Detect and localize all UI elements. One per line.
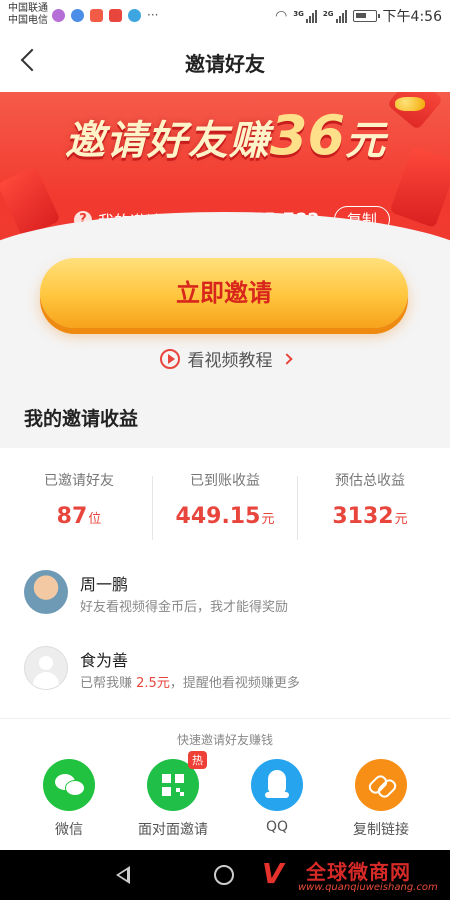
page-title: 邀请好友 [185, 52, 265, 76]
headline-unit: 元 [345, 118, 386, 164]
qq-icon [251, 759, 303, 811]
friend-list-item[interactable]: 食为善 已帮我赚 2.5元，提醒他看视频赚更多 [24, 646, 424, 694]
browser-notification-icon [128, 8, 141, 22]
avatar [24, 646, 68, 690]
headline-amount: 36 [269, 104, 346, 167]
carrier-1: 中国联通 [8, 3, 48, 14]
invite-banner: 邀请好友赚36元 ? 我的邀请码： 812 455 782 复制 [0, 92, 450, 272]
earnings-card: 已邀请好友 87位 已到账收益 449.15元 预估总收益 3132元 周一鹏 … [0, 448, 450, 718]
baidu-notification-icon [71, 8, 84, 22]
hot-badge: 热 [188, 751, 207, 769]
friend-name: 食为善 [80, 651, 129, 670]
share-label: QQ [265, 819, 289, 835]
wechat-icon [43, 759, 95, 811]
mail-notification-icon [109, 8, 122, 22]
red-envelope-decoration [0, 165, 61, 239]
status-bar: 中国联通 中国电信 ··· ◠ 3G 2G 下午4:56 [0, 0, 450, 30]
navigation-bar: 邀请好友 [0, 30, 450, 92]
watermark-url: www.quanqiuweishang.com [298, 882, 438, 893]
chevron-right-icon [280, 352, 293, 365]
stat-label: 已到账收益 [190, 473, 260, 489]
video-tutorial-link[interactable]: 看视频教程 [0, 346, 450, 371]
system-navigation-bar: V 全球微商网 www.quanqiuweishang.com [0, 850, 450, 900]
help-icon[interactable]: ? [74, 210, 92, 229]
carrier-2: 中国电信 [8, 15, 48, 26]
earnings-section-title: 我的邀请收益 [24, 408, 139, 430]
more-notifications-icon: ··· [147, 8, 159, 22]
invite-code-row: ? 我的邀请码： 812 455 782 复制 [74, 206, 390, 233]
app-notification-icon [52, 8, 65, 22]
qrcode-icon: 热 [147, 751, 207, 811]
share-copy-link-button[interactable]: 复制链接 [326, 759, 436, 839]
share-title: 快速邀请好友赚钱 [176, 733, 273, 747]
invite-code-value: 812 455 782 [196, 209, 320, 230]
share-panel: 快速邀请好友赚钱 微信 热 面对面邀请 QQ 复制链接 [0, 718, 450, 850]
stat-value: 3132元 [332, 504, 408, 529]
status-time: 下午4:56 [382, 9, 442, 25]
stat-label: 已邀请好友 [44, 473, 114, 489]
carrier-info: 中国联通 中国电信 [8, 3, 48, 27]
notification-icons: ··· [52, 8, 158, 22]
battery-icon [352, 10, 380, 22]
watermark-text: 全球微商网 [306, 860, 411, 884]
status-right: ◠ 3G 2G 下午4:56 [275, 6, 442, 26]
share-label: 微信 [55, 822, 83, 838]
friend-description: 已帮我赚 2.5元，提醒他看视频赚更多 [80, 676, 300, 691]
share-face-to-face-button[interactable]: 热 面对面邀请 [118, 751, 228, 839]
watermark-logo: V 全球微商网 www.quanqiuweishang.com [262, 854, 446, 896]
system-home-icon[interactable] [214, 865, 234, 885]
avatar [24, 570, 68, 614]
stat-invited-friends: 已邀请好友 87位 [6, 470, 152, 529]
share-label: 复制链接 [353, 822, 409, 838]
share-wechat-button[interactable]: 微信 [14, 759, 124, 839]
share-label: 面对面邀请 [138, 822, 208, 838]
invite-now-button[interactable]: 立即邀请 [40, 258, 408, 328]
friend-description: 好友看视频得金币后，我才能得奖励 [80, 600, 289, 615]
stat-estimated-earnings: 预估总收益 3132元 [297, 470, 443, 529]
stat-received-earnings: 已到账收益 449.15元 [152, 470, 298, 529]
share-qq-button[interactable]: QQ [222, 759, 332, 835]
wifi-icon: ◠ [275, 8, 288, 24]
video-tutorial-label: 看视频教程 [187, 351, 273, 371]
stat-value: 87位 [56, 504, 102, 529]
stat-label: 预估总收益 [335, 473, 405, 489]
copy-code-button[interactable]: 复制 [333, 206, 390, 233]
news-notification-icon [90, 8, 103, 22]
link-icon [355, 759, 407, 811]
friend-list-item[interactable]: 周一鹏 好友看视频得金币后，我才能得奖励 [24, 570, 424, 618]
gold-coin-decoration [420, 242, 448, 270]
gold-coin-decoration [0, 240, 34, 272]
headline-text: 邀请好友赚 [64, 118, 270, 164]
stat-value: 449.15元 [175, 504, 275, 529]
invite-code-label: 我的邀请码： [98, 211, 195, 231]
friend-name: 周一鹏 [80, 575, 129, 594]
signal-2g-icon: 2G [323, 9, 347, 23]
play-icon [159, 348, 180, 369]
signal-3g-icon: 3G [293, 9, 317, 23]
banner-headline: 邀请好友赚36元 [0, 104, 450, 167]
